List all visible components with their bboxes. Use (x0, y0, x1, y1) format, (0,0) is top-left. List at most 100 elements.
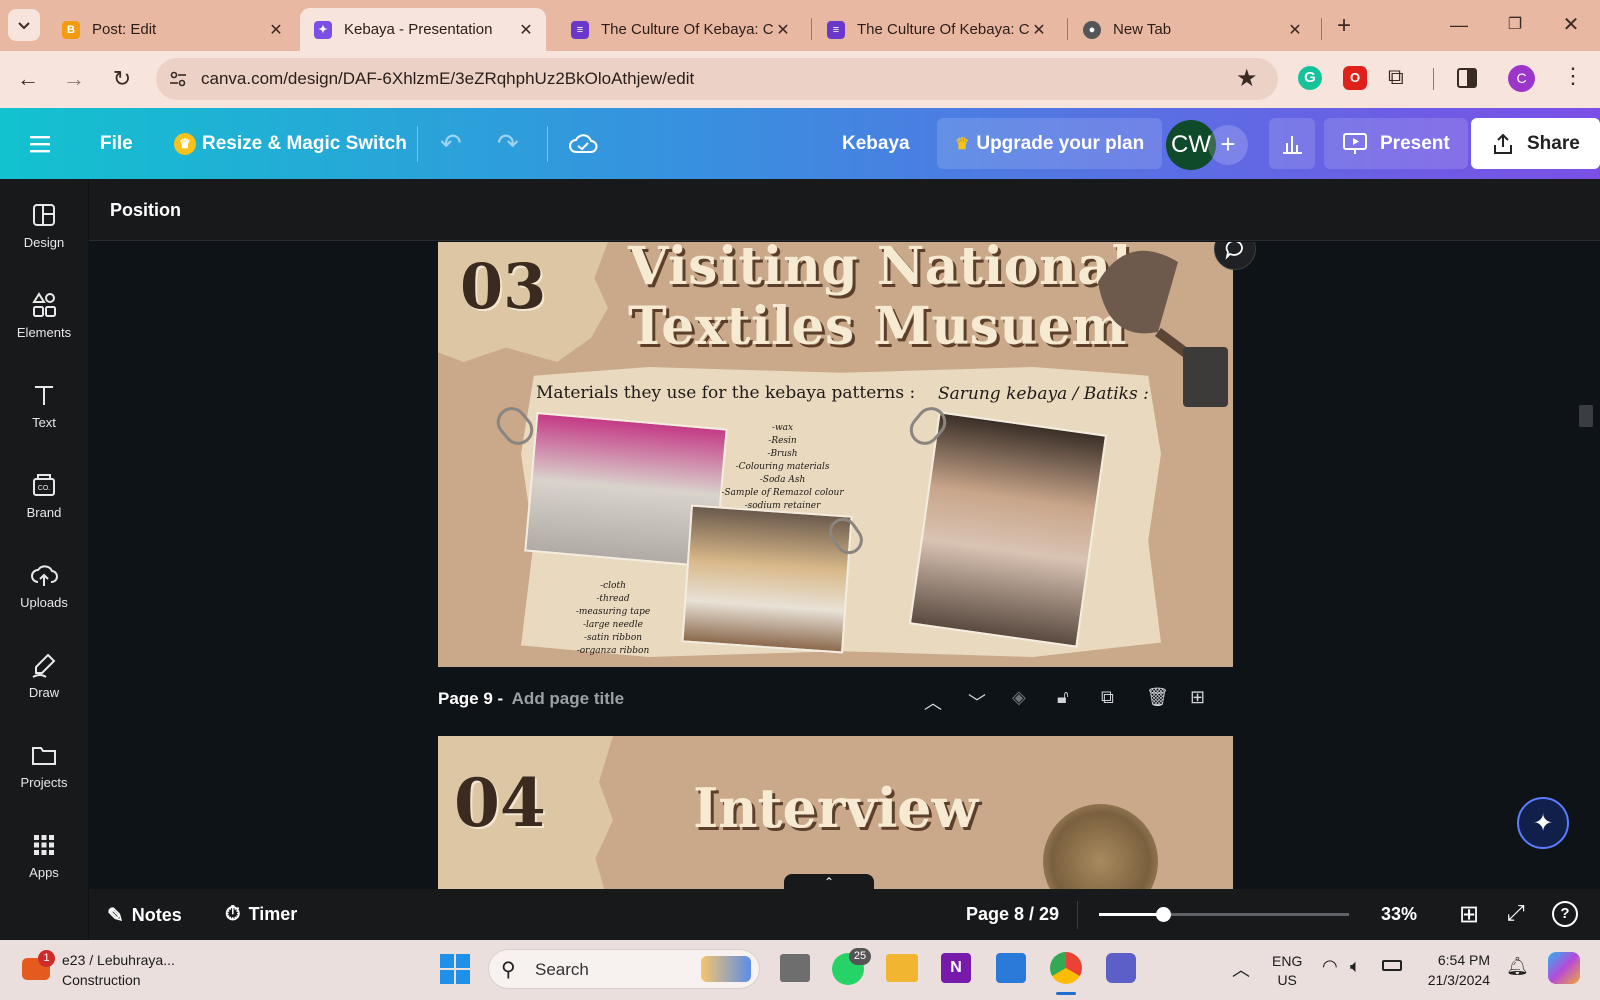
copilot-icon[interactable] (1548, 952, 1580, 984)
zoom-slider-fill (1099, 913, 1163, 916)
tab-search-button[interactable] (8, 9, 40, 41)
browser-menu-icon[interactable]: ⋮ (1562, 63, 1584, 89)
teams-icon[interactable] (1106, 953, 1136, 983)
close-icon[interactable]: ✕ (1029, 20, 1049, 40)
adblock-extension-icon[interactable]: O (1343, 66, 1367, 90)
onenote-icon[interactable]: N (941, 953, 971, 983)
upgrade-plan-button[interactable]: ♛ Upgrade your plan (937, 118, 1163, 169)
microsoft-store-icon[interactable] (996, 953, 1026, 983)
rail-item-draw[interactable]: Draw (0, 651, 88, 731)
share-button[interactable]: Share (1471, 118, 1600, 169)
slide-9[interactable]: 04 Interview (438, 736, 1233, 889)
browser-tab-kebaya-presentation[interactable]: ✦ Kebaya - Presentation ✕ (300, 8, 546, 51)
taskbar-search-box[interactable]: ⚲ Search (488, 949, 760, 989)
rail-item-design[interactable]: Design (0, 201, 88, 281)
magic-assistant-button[interactable]: ✦ (1517, 797, 1569, 849)
grammarly-extension-icon[interactable]: G (1298, 66, 1322, 90)
volume-icon[interactable]: 🔈︎ (1350, 956, 1361, 977)
window-close-button[interactable]: ✕ (1556, 10, 1586, 40)
zoom-level[interactable]: 33% (1381, 904, 1417, 925)
analytics-button[interactable] (1269, 118, 1315, 169)
timer-button[interactable]: ⏱ Timer (225, 903, 297, 926)
weather-title: e23 / Lebuhraya... (62, 952, 175, 968)
page-indicator[interactable]: Page 8 / 29 (966, 904, 1059, 925)
close-icon[interactable]: ✕ (773, 20, 793, 40)
resize-magic-switch-button[interactable]: ♛ Resize & Magic Switch (174, 118, 407, 169)
site-info-icon[interactable] (168, 69, 188, 89)
close-icon[interactable]: ✕ (1285, 20, 1305, 40)
page-title-input[interactable]: Add page title (512, 689, 624, 708)
browser-tab-new-tab[interactable]: ● New Tab ✕ (1069, 8, 1315, 51)
language-code: ENG (1272, 953, 1303, 969)
rail-item-uploads[interactable]: Uploads (0, 561, 88, 641)
side-panel-icon[interactable] (1457, 68, 1477, 88)
restore-button[interactable]: ❐ (1500, 10, 1530, 40)
file-explorer-icon[interactable] (886, 954, 918, 982)
browser-tab-post-edit[interactable]: B Post: Edit ✕ (48, 8, 296, 51)
page-panel-toggle[interactable]: ⌃ (784, 874, 874, 889)
add-page-icon[interactable]: ⊞ (1190, 687, 1205, 708)
add-collaborator-button[interactable]: + (1208, 125, 1248, 165)
bookmark-star-icon[interactable]: ★ (1236, 64, 1258, 93)
museum-photo-batiks (908, 411, 1108, 648)
battery-icon[interactable] (1382, 960, 1402, 971)
rail-item-brand[interactable]: CO. Brand (0, 471, 88, 551)
help-icon[interactable]: ? (1552, 901, 1578, 927)
profile-avatar[interactable]: C (1508, 65, 1535, 92)
task-view-icon[interactable] (780, 954, 810, 982)
comment-icon (1225, 242, 1243, 260)
chrome-taskbar-icon[interactable] (1050, 952, 1082, 984)
forward-button[interactable]: → (60, 65, 88, 93)
rail-item-projects[interactable]: Projects (0, 741, 88, 821)
notification-bell-icon[interactable]: 🔔︎ (1506, 956, 1529, 977)
pen-icon (32, 653, 56, 678)
file-menu-button[interactable]: File (100, 118, 133, 169)
rail-item-apps[interactable]: Apps (0, 831, 88, 911)
duplicate-page-icon[interactable]: ⧉ (1101, 687, 1114, 708)
header-divider (547, 126, 548, 162)
page-9-header: Page 9 - Add page title ︿ ﹀ ◈ 🔓︎ ⧉ 🗑︎ ⊞ (438, 687, 1233, 715)
grid-view-icon[interactable]: ⊞ (1459, 900, 1479, 929)
present-button[interactable]: Present (1324, 118, 1468, 169)
main-menu-button[interactable] (30, 118, 54, 169)
minimize-button[interactable]: — (1444, 10, 1474, 40)
move-page-up-button[interactable]: ︿ (924, 689, 942, 715)
position-button[interactable]: Position (110, 200, 181, 221)
close-icon[interactable]: ✕ (516, 20, 536, 40)
zoom-slider-thumb[interactable] (1156, 907, 1171, 922)
slide-8[interactable]: 03 Visiting National Textiles Musuem Mat… (438, 242, 1233, 667)
browser-tab-culture-of-kebaya-2[interactable]: ≡ The Culture Of Kebaya: C ✕ (813, 8, 1059, 51)
share-upload-icon (1494, 133, 1512, 154)
reload-button[interactable]: ↻ (108, 65, 136, 93)
shapes-icon (32, 292, 56, 317)
wifi-icon[interactable]: ◠ (1322, 956, 1338, 977)
url-text[interactable]: canva.com/design/DAF-6XhlzmE/3eZRqhphUz2… (201, 69, 694, 89)
new-tab-button[interactable]: + (1330, 12, 1358, 40)
language-indicator[interactable]: ENG US (1272, 952, 1302, 990)
address-bar[interactable]: canva.com/design/DAF-6XhlzmE/3eZRqhphUz2… (156, 58, 1278, 100)
back-button[interactable]: ← (14, 65, 42, 93)
close-icon[interactable]: ✕ (266, 20, 286, 40)
design-title[interactable]: Kebaya (842, 118, 910, 169)
cloud-save-status-icon[interactable] (568, 118, 598, 169)
redo-button[interactable]: ↷ (497, 118, 519, 169)
move-page-down-button[interactable]: ﹀ (968, 689, 986, 715)
notes-button[interactable]: ✎ Notes (107, 903, 182, 928)
rail-item-elements[interactable]: Elements (0, 291, 88, 371)
vertical-scrollbar-thumb[interactable] (1579, 405, 1593, 427)
delete-page-icon[interactable]: 🗑︎ (1146, 687, 1169, 708)
rail-item-text[interactable]: Text (0, 381, 88, 461)
browser-tab-culture-of-kebaya-1[interactable]: ≡ The Culture Of Kebaya: C ✕ (557, 8, 803, 51)
undo-button[interactable]: ↶ (440, 118, 462, 169)
windows-start-button[interactable] (440, 954, 470, 984)
clock-time: 6:54 PM (1437, 952, 1490, 968)
extensions-puzzle-icon[interactable]: ⧉ (1388, 64, 1404, 90)
present-screen-icon (1343, 132, 1367, 154)
hide-page-eye-icon[interactable]: ◈ (1012, 687, 1026, 708)
weather-widget[interactable]: 1 e23 / Lebuhraya... Construction (22, 950, 192, 992)
fullscreen-icon[interactable]: ⤢ (1507, 900, 1525, 926)
lock-page-icon[interactable]: 🔓︎ (1057, 687, 1069, 708)
clock[interactable]: 6:54 PM 21/3/2024 (1420, 950, 1490, 990)
zoom-slider[interactable] (1099, 907, 1349, 922)
show-hidden-icons-button[interactable]: ︿ (1232, 956, 1250, 982)
